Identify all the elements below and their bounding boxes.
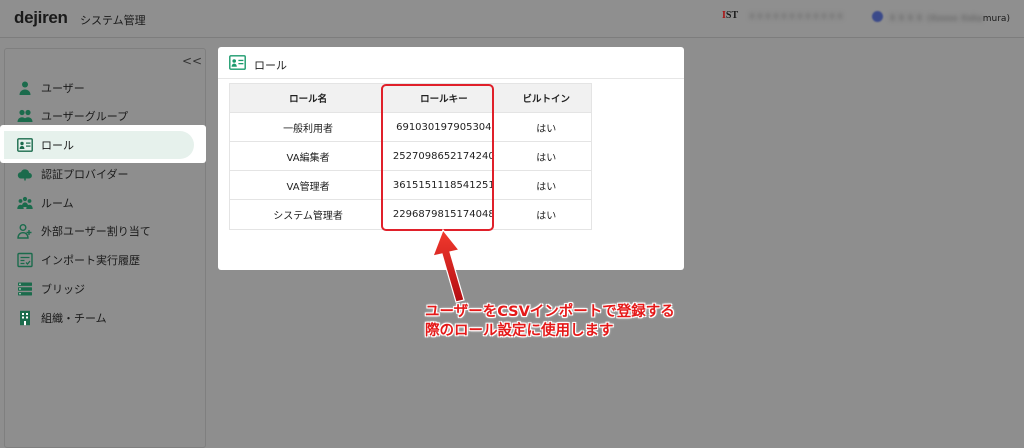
sidebar-item-users[interactable]: ユーザー [16, 76, 85, 100]
avatar[interactable] [872, 11, 883, 22]
role-name-cell: VA管理者 [286, 181, 330, 193]
sidebar-item-auth-providers[interactable]: 認証プロバイダー [16, 162, 129, 186]
column-header-builtin[interactable]: ビルトイン [502, 84, 592, 112]
column-header-role-name[interactable]: ロール名 [230, 84, 386, 112]
sidebar-item-roles[interactable]: ロール [16, 133, 74, 157]
sidebar-item-label: ユーザー [41, 82, 85, 95]
role-card-icon [229, 55, 246, 70]
app-logo[interactable]: dejiren [14, 8, 68, 28]
sidebar-item-label: ロール [41, 139, 74, 152]
role-name-cell: VA編集者 [286, 152, 330, 164]
building-icon [16, 310, 33, 327]
role-key-highlight-box [381, 84, 494, 231]
user-name-tail: mura) [982, 14, 1010, 24]
sidebar-item-user-groups[interactable]: ユーザーグループ [16, 104, 128, 128]
top-header: dejiren システム管理 IST ＸＸＸＸＸＸＸＸＸＸＸＸ ＸＸＸＸ (Xx… [0, 0, 1024, 38]
sidebar-item-import-history[interactable]: インポート実行履歴 [16, 248, 140, 272]
sidebar-item-bridge[interactable]: ブリッジ [16, 277, 85, 301]
annotation-arrow-icon [432, 228, 465, 303]
builtin-cell: はい [536, 211, 557, 222]
user-group-icon [16, 108, 33, 125]
sidebar-item-label: インポート実行履歴 [41, 254, 140, 267]
collapse-sidebar-button[interactable]: << [182, 54, 202, 68]
builtin-cell: はい [536, 123, 557, 135]
app-title: システム管理 [80, 14, 146, 27]
room-people-icon [16, 195, 33, 212]
role-name-cell: システム管理者 [273, 211, 343, 222]
annotation-line-1: ユーザーをCSVインポートで登録する [425, 304, 675, 320]
sidebar-item-label: ルーム [41, 197, 74, 210]
import-history-icon [16, 252, 33, 269]
page-title: ロール [254, 59, 287, 72]
user-menu[interactable]: ＸＸＸＸ (Xxxxx Xxkamura) [888, 11, 1010, 24]
sidebar-item-rooms[interactable]: ルーム [16, 191, 74, 215]
annotation-line-2: 際のロール設定に使用します [425, 323, 614, 339]
sidebar-item-label: ユーザーグループ [41, 110, 129, 123]
external-user-icon [16, 223, 33, 240]
builtin-cell: はい [536, 181, 557, 193]
card-header: ロール [218, 47, 684, 79]
sidebar-item-label: 外部ユーザー割り当て [41, 225, 151, 238]
cloud-auth-icon [16, 166, 33, 183]
sidebar-item-external-user-assignment[interactable]: 外部ユーザー割り当て [16, 219, 151, 243]
sidebar-item-label: 認証プロバイダー [41, 168, 129, 181]
user-name-blurred: ＸＸＸＸ (Xxxxx Xxka [888, 14, 983, 24]
org-logo: IST [722, 10, 739, 21]
role-card-icon [16, 137, 33, 154]
sidebar-item-organization-team[interactable]: 組織・チーム [16, 306, 107, 330]
role-name-cell: 一般利用者 [283, 123, 334, 135]
builtin-cell: はい [536, 152, 557, 164]
sidebar-item-label: 組織・チーム [41, 312, 107, 325]
org-name[interactable]: ＸＸＸＸＸＸＸＸＸＸＸＸ [748, 11, 858, 23]
bridge-icon [16, 281, 33, 298]
sidebar-item-label: ブリッジ [41, 283, 85, 296]
annotation-text: ユーザーをCSVインポートで登録する 際のロール設定に使用します [425, 303, 675, 341]
user-icon [16, 80, 33, 97]
